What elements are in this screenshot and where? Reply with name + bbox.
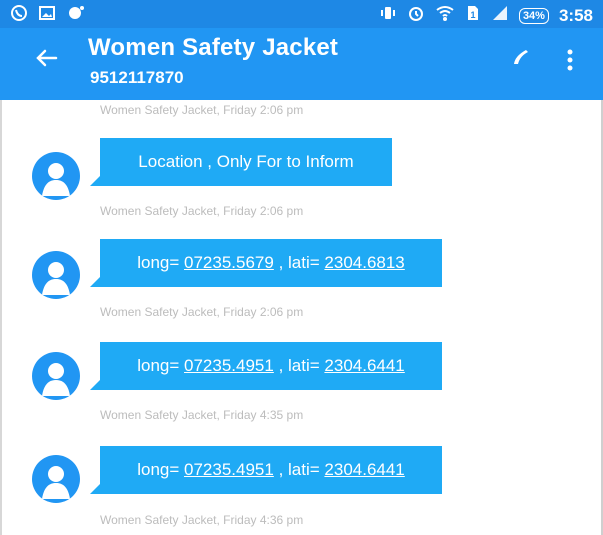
latitude-link[interactable]: 2304.6441 xyxy=(324,356,404,375)
back-arrow-icon[interactable] xyxy=(32,44,60,72)
message-text: long= 07235.4951 , lati= 2304.6441 xyxy=(137,356,405,375)
sim-icon: 1 xyxy=(465,4,481,27)
alarm-icon xyxy=(407,4,425,27)
contact-avatar-icon xyxy=(32,455,80,503)
signal-icon xyxy=(491,4,509,27)
latitude-link[interactable]: 2304.6441 xyxy=(324,460,404,479)
message-timestamp: Women Safety Jacket, Friday 4:35 pm xyxy=(100,408,304,422)
wifi-icon xyxy=(435,4,455,27)
svg-text:1: 1 xyxy=(470,10,475,20)
contact-avatar-icon xyxy=(32,152,80,200)
status-right: 1 34% 3:58 xyxy=(379,4,593,27)
clock: 3:58 xyxy=(558,5,593,25)
longitude-link[interactable]: 07235.4951 xyxy=(184,356,274,375)
contact-avatar-icon xyxy=(32,251,80,299)
message-bubble[interactable]: long= 07235.4951 , lati= 2304.6441 xyxy=(90,446,442,494)
message-timestamp: Women Safety Jacket, Friday 2:06 pm xyxy=(100,305,304,319)
phone-number: 9512117870 xyxy=(90,68,184,87)
whatsapp-icon xyxy=(10,4,28,27)
more-vert-icon[interactable] xyxy=(564,46,576,74)
conversation-title: Women Safety Jacket xyxy=(88,34,339,61)
message-timestamp: Women Safety Jacket, Friday 2:06 pm xyxy=(100,103,304,117)
longitude-link[interactable]: 07235.4951 xyxy=(184,460,274,479)
message-text: Location , Only For to Inform xyxy=(138,152,354,171)
phone-icon[interactable] xyxy=(508,44,534,70)
contact-avatar-icon xyxy=(32,352,80,400)
left-edge xyxy=(0,100,2,535)
vibration-icon xyxy=(379,4,397,27)
circle-dot-icon xyxy=(66,4,84,27)
gallery-icon xyxy=(38,4,56,27)
message-bubble[interactable]: Location , Only For to Inform xyxy=(90,138,392,186)
message-timestamp: Women Safety Jacket, Friday 4:36 pm xyxy=(100,513,304,527)
message-text: long= 07235.5679 , lati= 2304.6813 xyxy=(137,253,405,272)
longitude-link[interactable]: 07235.5679 xyxy=(184,253,274,272)
status-bar: 1 34% 3:58 xyxy=(0,0,603,28)
latitude-link[interactable]: 2304.6813 xyxy=(324,253,404,272)
app-bar: Women Safety Jacket 9512117870 xyxy=(0,28,603,100)
message-text: long= 07235.4951 , lati= 2304.6441 xyxy=(137,460,405,479)
battery-icon: 34% xyxy=(518,7,549,24)
message-bubble[interactable]: long= 07235.5679 , lati= 2304.6813 xyxy=(90,239,442,287)
status-left-icons xyxy=(10,4,84,27)
message-bubble[interactable]: long= 07235.4951 , lati= 2304.6441 xyxy=(90,342,442,390)
message-timestamp: Women Safety Jacket, Friday 2:06 pm xyxy=(100,204,304,218)
